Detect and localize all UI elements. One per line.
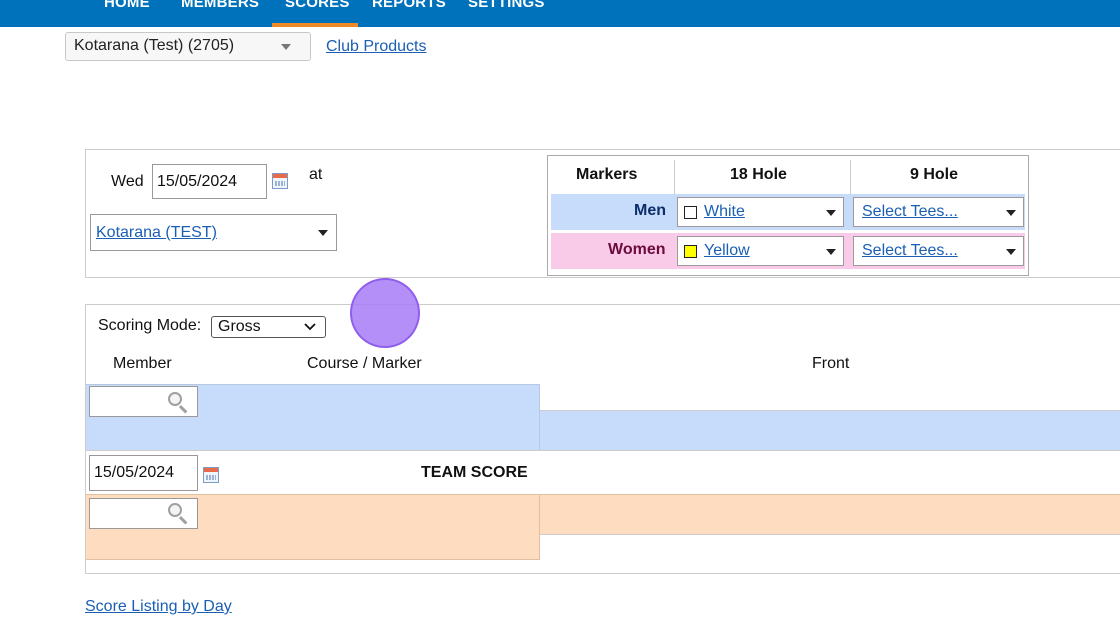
front-column-header: Front bbox=[812, 355, 850, 372]
women-row: Women Yellow Select Tees... bbox=[551, 233, 1025, 269]
club-selector-value: Kotarana (Test) (2705) bbox=[74, 37, 235, 54]
divider bbox=[86, 450, 1120, 451]
nine-hole-header: 9 Hole bbox=[910, 166, 959, 183]
calendar-icon[interactable] bbox=[203, 467, 219, 483]
calendar-icon[interactable] bbox=[272, 173, 288, 189]
markers-header: Markers bbox=[576, 166, 638, 183]
markers-table: Markers 18 Hole 9 Hole Men White Select … bbox=[547, 155, 1029, 276]
club-products-link[interactable]: Club Products bbox=[326, 38, 427, 56]
team-score-label: TEAM SCORE bbox=[421, 464, 528, 481]
women-9-hole-tee-value: Select Tees... bbox=[862, 242, 958, 259]
eighteen-hole-header: 18 Hole bbox=[730, 166, 787, 183]
nav-home[interactable]: HOME bbox=[104, 0, 150, 11]
nav-active-indicator bbox=[272, 23, 358, 27]
orange-score-row bbox=[540, 494, 1120, 535]
search-icon[interactable] bbox=[168, 503, 182, 517]
women-9-hole-tee-select[interactable]: Select Tees... bbox=[853, 236, 1024, 266]
scoring-mode-select[interactable]: Gross bbox=[211, 316, 326, 338]
men-18-hole-tee-value: White bbox=[704, 203, 745, 220]
women-18-hole-tee-select[interactable]: Yellow bbox=[677, 236, 844, 266]
column-divider bbox=[674, 160, 675, 196]
club-selector[interactable]: Kotarana (Test) (2705) bbox=[65, 32, 311, 61]
course-select[interactable]: Kotarana (TEST) bbox=[90, 214, 337, 251]
top-nav-bar: HOME MEMBERS SCORES REPORTS SETTINGS bbox=[0, 0, 1120, 27]
chevron-down-icon bbox=[826, 249, 836, 255]
chevron-down-icon bbox=[304, 323, 316, 331]
scoring-mode-value: Gross bbox=[218, 318, 261, 335]
cursor-indicator bbox=[350, 278, 420, 348]
men-18-hole-tee-select[interactable]: White bbox=[677, 197, 844, 227]
course-select-value: Kotarana (TEST) bbox=[96, 224, 217, 241]
day-label: Wed bbox=[111, 173, 144, 190]
member-search-input[interactable] bbox=[89, 498, 198, 529]
scoring-mode-label: Scoring Mode: bbox=[98, 317, 202, 334]
course-marker-column-header: Course / Marker bbox=[307, 355, 422, 372]
men-row: Men White Select Tees... bbox=[551, 194, 1025, 230]
date-input[interactable] bbox=[152, 164, 267, 199]
member-search-input[interactable] bbox=[89, 386, 198, 417]
blue-score-row bbox=[540, 410, 1120, 450]
nav-members[interactable]: MEMBERS bbox=[181, 0, 259, 11]
search-icon[interactable] bbox=[168, 392, 182, 406]
chevron-down-icon bbox=[318, 230, 328, 236]
column-divider bbox=[850, 160, 851, 196]
men-9-hole-tee-select[interactable]: Select Tees... bbox=[853, 197, 1024, 227]
white-tee-swatch bbox=[684, 206, 697, 219]
chevron-down-icon bbox=[281, 44, 291, 50]
women-label: Women bbox=[608, 241, 666, 258]
chevron-down-icon bbox=[826, 210, 836, 216]
chevron-down-icon bbox=[1006, 210, 1016, 216]
scoring-panel: Scoring Mode: Gross Member Course / Mark… bbox=[85, 304, 1120, 574]
chevron-down-icon bbox=[1006, 249, 1016, 255]
men-9-hole-tee-value: Select Tees... bbox=[862, 203, 958, 220]
score-listing-by-day-link[interactable]: Score Listing by Day bbox=[85, 598, 232, 616]
nav-reports[interactable]: REPORTS bbox=[372, 0, 446, 11]
women-18-hole-tee-value: Yellow bbox=[704, 242, 750, 259]
yellow-tee-swatch bbox=[684, 245, 697, 258]
nav-scores[interactable]: SCORES bbox=[285, 0, 350, 11]
member-column-header: Member bbox=[113, 355, 172, 372]
at-label: at bbox=[309, 166, 323, 183]
nav-settings[interactable]: SETTINGS bbox=[468, 0, 545, 11]
team-date-input[interactable] bbox=[89, 455, 198, 491]
men-label: Men bbox=[634, 202, 666, 219]
